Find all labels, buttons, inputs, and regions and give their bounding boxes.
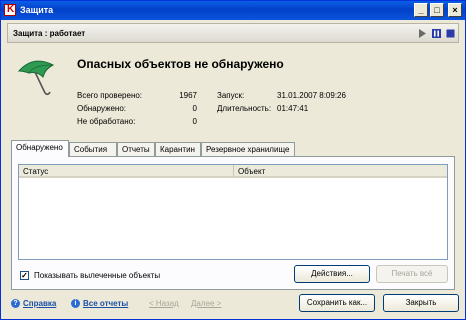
close-button[interactable]: Закрыть: [383, 294, 459, 312]
play-icon[interactable]: [418, 29, 427, 38]
detected-objects-list[interactable]: Статус Объект: [18, 164, 448, 260]
duration-value: 01:47:41: [277, 104, 309, 113]
pause-icon[interactable]: [432, 29, 441, 38]
green-umbrella-icon: [17, 60, 55, 96]
tab-panel-detected: Статус Объект ✓ Показывать вылеченные об…: [11, 156, 455, 290]
help-icon: ?: [11, 299, 20, 308]
all-reports-link[interactable]: i Все отчеты: [71, 299, 128, 308]
print-all-button[interactable]: Печать всё: [376, 265, 448, 283]
tab-events[interactable]: События: [69, 142, 117, 156]
kaspersky-k-icon: K: [4, 4, 16, 16]
status-band: Защита : работает: [7, 23, 459, 43]
actions-button[interactable]: Действия...: [294, 265, 370, 283]
summary-area: Опасных объектов не обнаружено Всего про…: [7, 45, 459, 137]
duration-label: Длительность:: [217, 104, 272, 113]
result-headline: Опасных объектов не обнаружено: [77, 57, 284, 71]
column-header-object[interactable]: Объект: [234, 165, 447, 178]
protection-status: Защита : работает: [13, 29, 86, 38]
info-icon: i: [71, 299, 80, 308]
detected-value: 0: [192, 104, 197, 113]
save-as-button[interactable]: Сохранить как...: [299, 294, 375, 312]
tab-reports[interactable]: Отчеты: [117, 142, 155, 156]
show-cured-checkbox[interactable]: ✓: [20, 271, 29, 280]
checked-label: Всего проверено:: [77, 91, 143, 100]
help-link-label[interactable]: Справка: [23, 299, 56, 308]
window-title: Защита: [20, 5, 54, 15]
tab-strip: Обнаружено События Отчеты Карантин Резер…: [11, 140, 451, 157]
column-header-status[interactable]: Статус: [19, 165, 234, 178]
untreated-value: 0: [192, 117, 197, 126]
detected-label: Обнаружено:: [77, 104, 127, 113]
maximize-button[interactable]: □: [430, 3, 444, 17]
title-bar[interactable]: K Защита _ □ ×: [1, 1, 465, 20]
show-cured-label[interactable]: Показывать вылеченные объекты: [34, 271, 160, 280]
footer-bar: ? Справка i Все отчеты < Назад Далее > С…: [1, 291, 465, 319]
close-window-button[interactable]: ×: [448, 3, 462, 17]
all-reports-link-label[interactable]: Все отчеты: [83, 299, 128, 308]
start-label: Запуск:: [217, 91, 245, 100]
start-value: 31.01.2007 8:09:26: [277, 91, 346, 100]
tab-detected[interactable]: Обнаружено: [11, 140, 69, 157]
next-link[interactable]: Далее >: [191, 299, 221, 308]
tab-quarantine[interactable]: Карантин: [155, 142, 201, 156]
untreated-label: Не обработано:: [77, 117, 136, 126]
protection-window: K Защита _ □ × Защита : работает Опасных…: [0, 0, 466, 320]
checked-value: 1967: [179, 91, 197, 100]
minimize-button[interactable]: _: [414, 3, 428, 17]
back-link[interactable]: < Назад: [149, 299, 179, 308]
help-link[interactable]: ? Справка: [11, 299, 56, 308]
tab-backup-storage[interactable]: Резервное хранилище: [201, 142, 295, 156]
stop-icon[interactable]: [446, 29, 455, 38]
